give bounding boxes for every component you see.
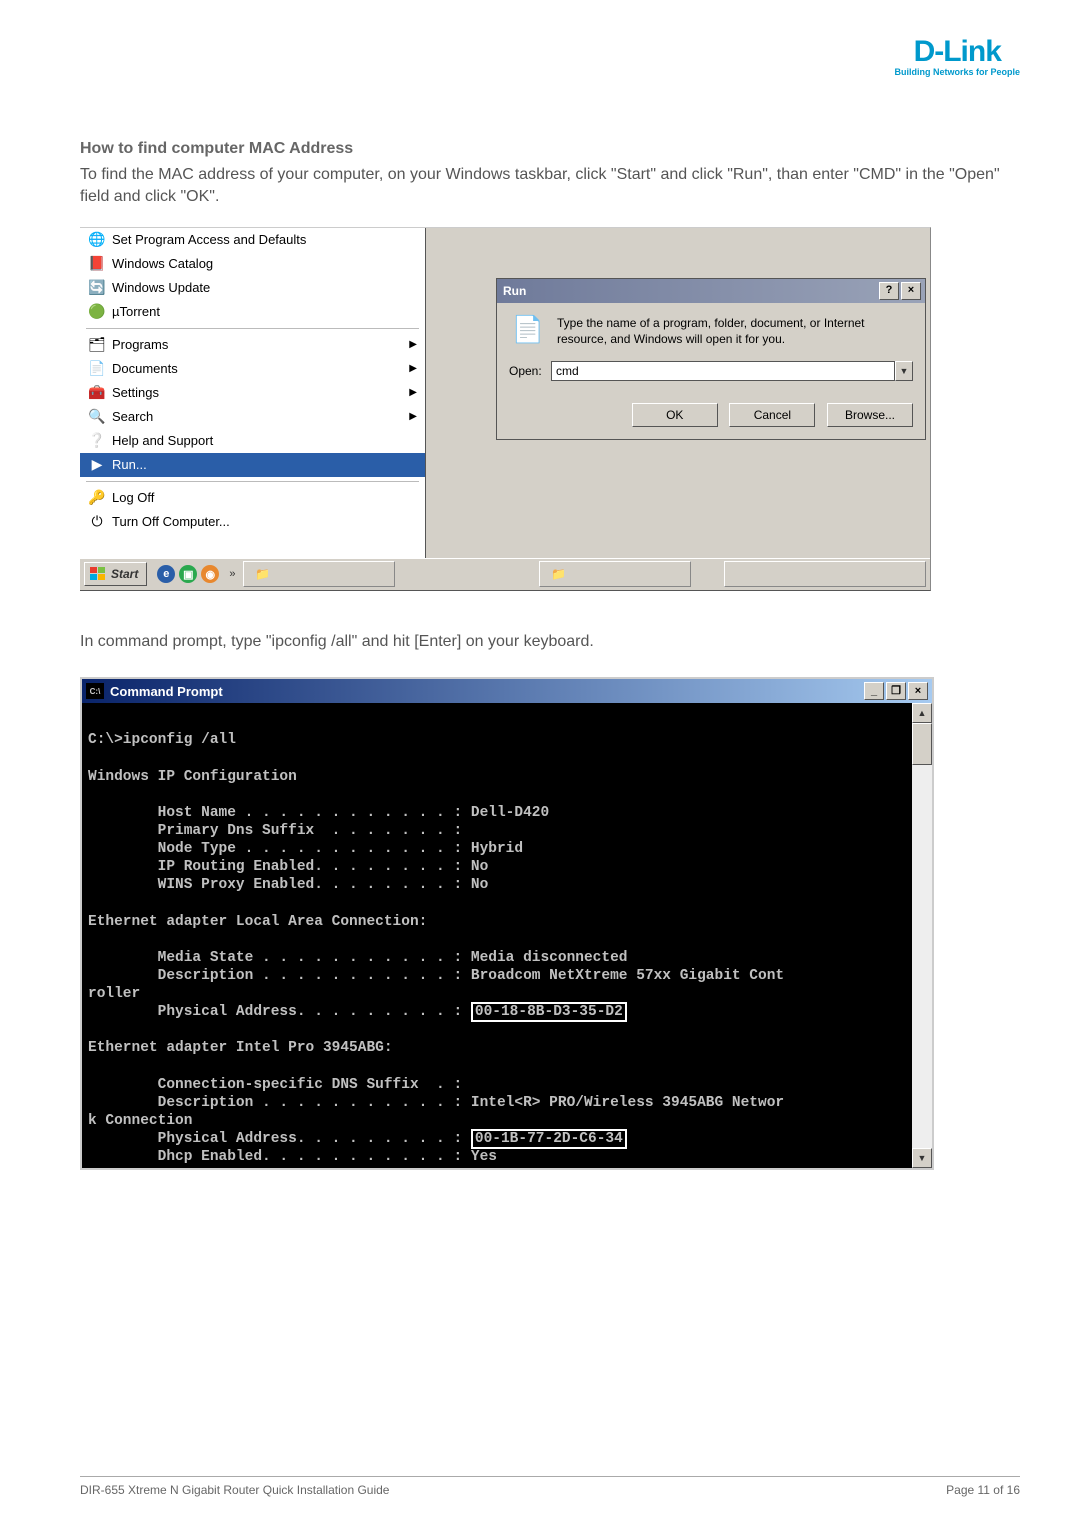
cmd-output: C:\>ipconfig /all Windows IP Configurati…: [82, 703, 912, 1168]
close-button[interactable]: ×: [901, 282, 921, 300]
programs-icon: 🗂: [88, 336, 106, 354]
settings-icon: 🧰: [88, 384, 106, 402]
open-label: Open:: [509, 364, 551, 378]
open-input[interactable]: [551, 361, 895, 381]
browse-button[interactable]: Browse...: [827, 403, 913, 427]
mac-address-highlight: 00-18-8B-D3-35-D2: [471, 1002, 627, 1022]
menu-label: Turn Off Computer...: [112, 514, 230, 529]
menu-label: Programs: [112, 337, 168, 352]
menu-separator: [86, 481, 419, 482]
utorrent-icon: 🟢: [88, 303, 106, 321]
cancel-button[interactable]: Cancel: [729, 403, 815, 427]
menu-label: Search: [112, 409, 153, 424]
folder-icon: 📁: [550, 566, 566, 582]
menu-item-help[interactable]: ❔ Help and Support: [80, 429, 425, 453]
section-title: How to find computer MAC Address: [80, 140, 1020, 158]
scroll-up-icon[interactable]: ▲: [912, 703, 932, 723]
search-icon: 🔍: [88, 408, 106, 426]
ok-button[interactable]: OK: [632, 403, 718, 427]
logo-text: D-Link: [894, 35, 1020, 69]
taskbar: Start e ▣ ◉ » 📁 📁: [80, 558, 930, 590]
logo-tagline: Building Networks for People: [894, 67, 1020, 77]
footer-left: DIR-655 Xtreme N Gigabit Router Quick In…: [80, 1483, 389, 1497]
maximize-button[interactable]: ❐: [886, 682, 906, 700]
menu-label: Windows Update: [112, 280, 210, 295]
scrollbar[interactable]: ▲ ▼: [912, 703, 932, 1168]
globe-icon: 🌐: [88, 231, 106, 249]
scroll-thumb[interactable]: [912, 723, 932, 765]
menu-label: Documents: [112, 361, 178, 376]
documents-icon: 📄: [88, 360, 106, 378]
intro-paragraph: To find the MAC address of your computer…: [80, 164, 1020, 209]
quick-launch: e ▣ ◉: [151, 565, 225, 583]
start-label: Start: [111, 567, 138, 581]
menu-item-programs[interactable]: 🗂 Programs ▶: [80, 333, 425, 357]
run-dialog-icon: 📄: [509, 315, 547, 345]
ie-icon[interactable]: e: [157, 565, 175, 583]
menu-item-documents[interactable]: 📄 Documents ▶: [80, 357, 425, 381]
run-dialog: Run ? × 📄 Type the name of a program, fo…: [496, 278, 926, 440]
submenu-arrow-icon: ▶: [409, 387, 417, 398]
menu-label: Help and Support: [112, 433, 213, 448]
run-titlebar: Run ? ×: [497, 279, 925, 303]
chevron-icon[interactable]: »: [225, 568, 239, 580]
menu-label: Log Off: [112, 490, 154, 505]
menu-item-run[interactable]: ▶ Run...: [80, 453, 425, 477]
help-icon: ❔: [88, 432, 106, 450]
app-icon[interactable]: ◉: [201, 565, 219, 583]
menu-item-settings[interactable]: 🧰 Settings ▶: [80, 381, 425, 405]
mac-address-highlight: 00-1B-77-2D-C6-34: [471, 1129, 627, 1149]
run-description: Type the name of a program, folder, docu…: [557, 315, 913, 347]
power-icon: ⏻: [88, 513, 106, 531]
close-button[interactable]: ×: [908, 682, 928, 700]
cmd-titlebar: C:\ Command Prompt _ ❐ ×: [82, 679, 932, 703]
dropdown-arrow-icon[interactable]: ▼: [895, 361, 913, 381]
catalog-icon: 📕: [88, 255, 106, 273]
taskbar-item[interactable]: 📁: [539, 561, 691, 587]
menu-label: Set Program Access and Defaults: [112, 232, 306, 247]
menu-item-windows-update[interactable]: 🔄 Windows Update: [80, 276, 425, 300]
logoff-icon: 🔑: [88, 489, 106, 507]
menu-item-windows-catalog[interactable]: 📕 Windows Catalog: [80, 252, 425, 276]
menu-label: Windows Catalog: [112, 256, 213, 271]
run-title-text: Run: [503, 284, 526, 298]
menu-item-program-access[interactable]: 🌐 Set Program Access and Defaults: [80, 228, 425, 252]
menu-item-shutdown[interactable]: ⏻ Turn Off Computer...: [80, 510, 425, 534]
start-menu-screenshot: 🌐 Set Program Access and Defaults 📕 Wind…: [80, 227, 931, 591]
submenu-arrow-icon: ▶: [409, 339, 417, 350]
brand-logo: D-Link Building Networks for People: [894, 35, 1020, 77]
menu-label: Settings: [112, 385, 159, 400]
windows-flag-icon: [89, 566, 107, 582]
submenu-arrow-icon: ▶: [409, 363, 417, 374]
folder-icon: 📁: [254, 566, 270, 582]
page-footer: DIR-655 Xtreme N Gigabit Router Quick In…: [80, 1476, 1020, 1497]
minimize-button[interactable]: _: [864, 682, 884, 700]
menu-item-search[interactable]: 🔍 Search ▶: [80, 405, 425, 429]
start-button[interactable]: Start: [84, 562, 147, 586]
footer-right: Page 11 of 16: [946, 1483, 1020, 1497]
run-icon: ▶: [88, 456, 106, 474]
update-icon: 🔄: [88, 279, 106, 297]
taskbar-item[interactable]: 📁: [243, 561, 395, 587]
cmd-title-text: Command Prompt: [110, 684, 223, 699]
scroll-track[interactable]: [912, 723, 932, 1148]
taskbar-item[interactable]: [724, 561, 926, 587]
cmd-icon: C:\: [86, 683, 104, 699]
start-menu: 🌐 Set Program Access and Defaults 📕 Wind…: [80, 228, 426, 558]
mid-paragraph: In command prompt, type "ipconfig /all" …: [80, 631, 1020, 653]
app-icon: [735, 566, 751, 582]
submenu-arrow-icon: ▶: [409, 411, 417, 422]
desktop-area: Run ? × 📄 Type the name of a program, fo…: [426, 228, 930, 558]
desktop-icon[interactable]: ▣: [179, 565, 197, 583]
menu-label: Run...: [112, 457, 147, 472]
command-prompt-screenshot: C:\ Command Prompt _ ❐ × C:\>ipconfig /a…: [80, 677, 934, 1170]
menu-separator: [86, 328, 419, 329]
menu-item-utorrent[interactable]: 🟢 µTorrent: [80, 300, 425, 324]
menu-item-logoff[interactable]: 🔑 Log Off: [80, 486, 425, 510]
menu-label: µTorrent: [112, 304, 160, 319]
scroll-down-icon[interactable]: ▼: [912, 1148, 932, 1168]
help-button[interactable]: ?: [879, 282, 899, 300]
